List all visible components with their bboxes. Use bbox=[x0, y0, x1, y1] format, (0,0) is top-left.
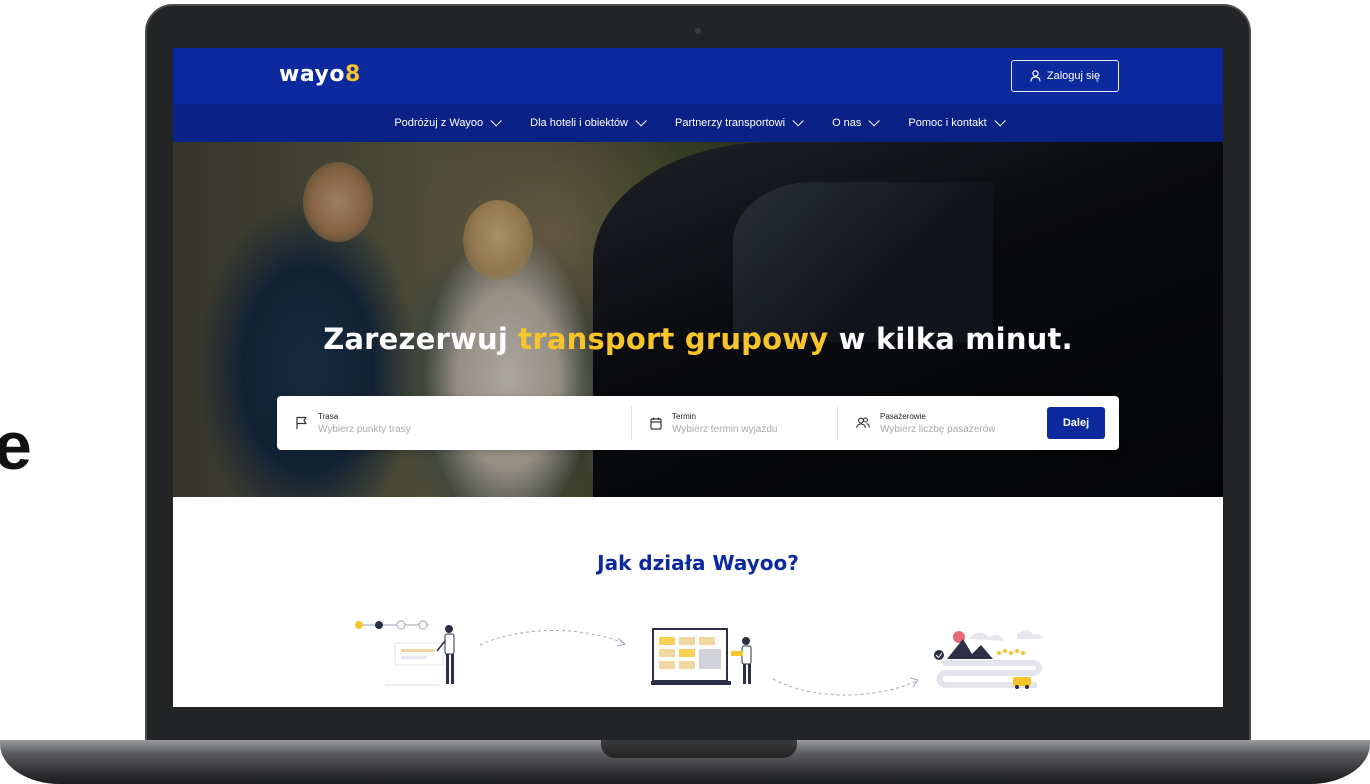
step-route-illustration bbox=[355, 620, 455, 686]
flag-icon bbox=[296, 416, 307, 429]
chevron-down-icon bbox=[792, 115, 804, 127]
nav-item-partnerzy[interactable]: Partnerzy transportowi bbox=[675, 115, 804, 129]
top-header: wayo8 Zaloguj się bbox=[173, 48, 1223, 104]
user-icon bbox=[1030, 70, 1041, 82]
route-input[interactable]: Wybierz punkty trasy bbox=[318, 424, 411, 435]
dashed-arrow-icon bbox=[479, 629, 627, 647]
chevron-down-icon bbox=[868, 115, 881, 127]
hero-title: Zarezerwuj transport grupowy w kilka min… bbox=[323, 322, 1073, 356]
date-input[interactable]: Wybierz termin wyjazdu bbox=[672, 424, 778, 435]
login-button[interactable]: Zaloguj się bbox=[1011, 60, 1119, 92]
chevron-down-icon bbox=[994, 115, 1006, 127]
hero-title-accent: transport grupowy bbox=[518, 322, 829, 356]
calendar-icon bbox=[650, 417, 662, 430]
how-it-works-section: Jak działa Wayoo? bbox=[173, 497, 1223, 707]
users-icon bbox=[856, 417, 870, 429]
chevron-down-icon bbox=[490, 115, 502, 127]
nav-item-hotele[interactable]: Dla hoteli i obiektów bbox=[530, 115, 647, 129]
laptop-notch bbox=[601, 740, 797, 758]
map-pin-logo-icon: 8 bbox=[344, 62, 361, 87]
nav-item-pomoc[interactable]: Pomoc i kontakt bbox=[908, 115, 1006, 129]
partial-heading-fragment: e bbox=[0, 408, 32, 484]
date-field[interactable]: Termin Wybierz termin wyjazdu bbox=[631, 406, 837, 440]
nav-item-o-nas[interactable]: O nas bbox=[832, 115, 881, 129]
camera bbox=[695, 28, 701, 34]
step-booking-illustration bbox=[651, 628, 752, 685]
browser-screen: wayo8 Zaloguj się Podróżuj z Wayoo Dla h… bbox=[173, 48, 1223, 707]
wayoo-logo[interactable]: wayo8 bbox=[279, 62, 361, 87]
dashed-arrow-icon bbox=[772, 677, 919, 696]
hero-section: Zarezerwuj transport grupowy w kilka min… bbox=[173, 142, 1223, 497]
search-bar: Trasa Wybierz punkty trasy Termin Wybier… bbox=[277, 396, 1119, 450]
section-title: Jak działa Wayoo? bbox=[597, 551, 799, 575]
chevron-down-icon bbox=[635, 115, 647, 127]
next-button[interactable]: Dalej bbox=[1047, 407, 1105, 439]
main-nav: Podróżuj z Wayoo Dla hoteli i obiektów P… bbox=[173, 104, 1223, 142]
nav-item-podrozuj[interactable]: Podróżuj z Wayoo bbox=[394, 115, 502, 129]
step-trip-illustration bbox=[934, 630, 1042, 689]
route-field[interactable]: Trasa Wybierz punkty trasy bbox=[277, 406, 631, 440]
passengers-field[interactable]: Pasażerowie Wybierz liczbę pasażerów bbox=[837, 406, 1045, 440]
passengers-input[interactable]: Wybierz liczbę pasażerów bbox=[880, 424, 996, 435]
